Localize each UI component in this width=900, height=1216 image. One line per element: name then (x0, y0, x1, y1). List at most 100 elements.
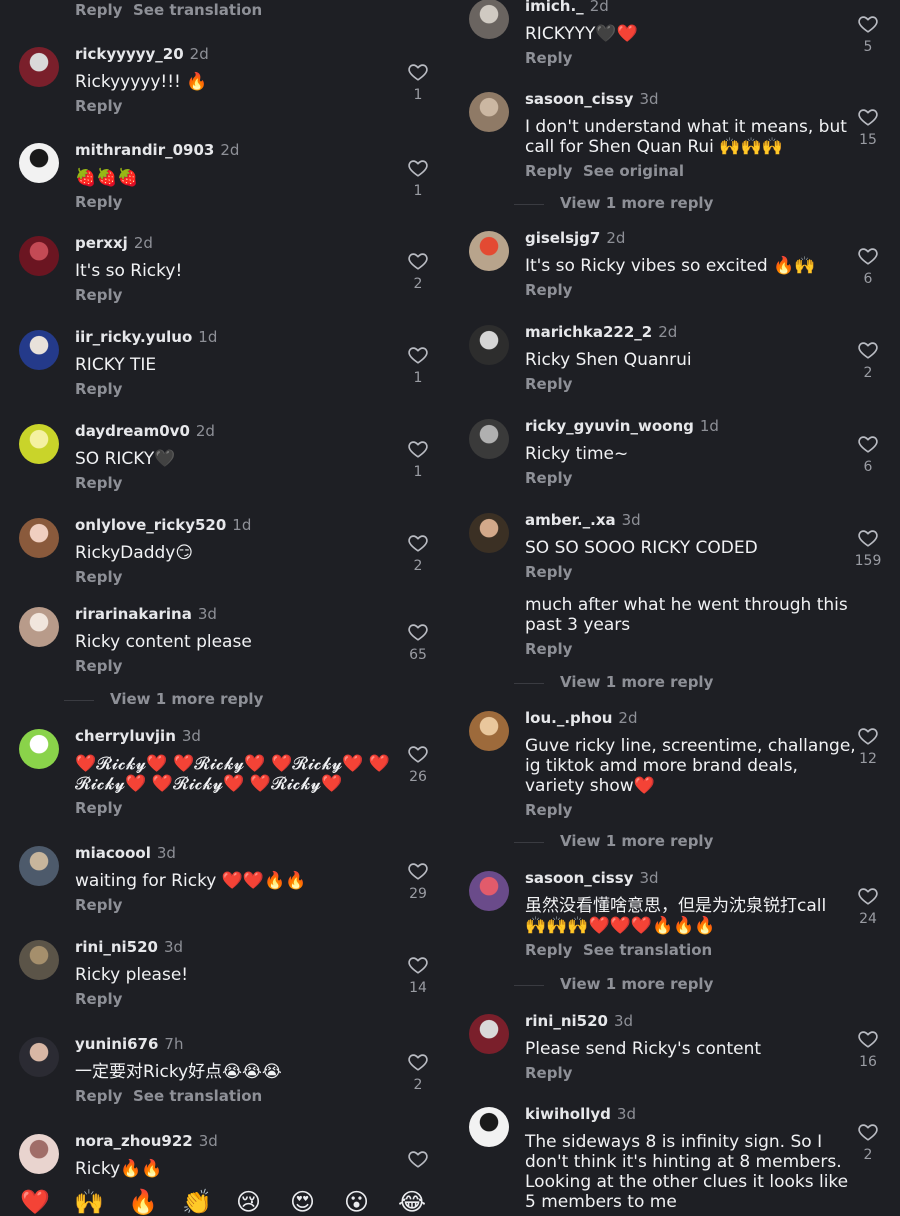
user-avatar[interactable] (469, 711, 509, 751)
username-text[interactable]: ricky_gyuvin_woong (525, 417, 694, 435)
comment-username[interactable]: lou._.phou 2d (525, 709, 638, 727)
user-avatar[interactable] (19, 143, 59, 183)
user-avatar[interactable] (469, 1014, 509, 1054)
user-avatar[interactable] (19, 518, 59, 558)
comment-username[interactable]: cherryluvjin 3d (75, 727, 201, 745)
heart-outline-icon[interactable] (407, 860, 429, 882)
emoji-reaction-button[interactable]: ❤️ (20, 1190, 50, 1214)
comment-username[interactable]: kiwihollyd 3d (525, 1105, 636, 1123)
reply-link[interactable]: Reply (525, 941, 572, 959)
comment-username[interactable]: giselsjg7 2d (525, 229, 625, 247)
reply-link[interactable]: Reply (75, 568, 122, 586)
view-more-replies-link[interactable]: View 1 more reply (560, 194, 713, 212)
heart-outline-icon[interactable] (857, 433, 879, 455)
username-text[interactable]: cherryluvjin (75, 727, 176, 745)
heart-outline-icon[interactable] (857, 339, 879, 361)
comment-username[interactable]: miacoool 3d (75, 844, 176, 862)
reply-link[interactable]: Reply (75, 474, 122, 492)
reply-link[interactable]: Reply (75, 990, 122, 1008)
username-text[interactable]: onlylove_ricky520 (75, 516, 226, 534)
heart-outline-icon[interactable] (857, 885, 879, 907)
see-original-link[interactable]: See original (583, 162, 684, 180)
reply-link[interactable]: Reply (525, 563, 572, 581)
user-avatar[interactable] (469, 0, 509, 39)
username-text[interactable]: giselsjg7 (525, 229, 600, 247)
username-text[interactable]: imich._ (525, 0, 584, 15)
reply-link[interactable]: Reply (75, 97, 122, 115)
comment-username[interactable]: rirarinakarina 3d (75, 605, 217, 623)
heart-outline-icon[interactable] (407, 1051, 429, 1073)
username-text[interactable]: yunini676 (75, 1035, 158, 1053)
comment-username[interactable]: onlylove_ricky520 1d (75, 516, 251, 534)
user-avatar[interactable] (19, 424, 59, 464)
user-avatar[interactable] (469, 1107, 509, 1147)
comment-username[interactable]: yunini676 7h (75, 1035, 183, 1053)
username-text[interactable]: kiwihollyd (525, 1105, 611, 1123)
username-text[interactable]: sasoon_cissy (525, 90, 633, 108)
username-text[interactable]: rini_ni520 (75, 938, 158, 956)
username-text[interactable]: iir_ricky.yuluo (75, 328, 192, 346)
user-avatar[interactable] (19, 846, 59, 886)
emoji-reaction-button[interactable]: 🙌 (74, 1190, 104, 1214)
username-text[interactable]: rirarinakarina (75, 605, 192, 623)
username-text[interactable]: amber._.xa (525, 511, 616, 529)
username-text[interactable]: nora_zhou922 (75, 1132, 193, 1150)
see-translation-link[interactable]: See translation (133, 1, 262, 19)
user-avatar[interactable] (19, 236, 59, 276)
heart-outline-icon[interactable] (857, 527, 879, 549)
reply-link[interactable]: Reply (525, 640, 572, 658)
reply-link[interactable]: Reply (75, 193, 122, 211)
emoji-reaction-button[interactable]: 😂 (398, 1190, 426, 1214)
heart-outline-icon[interactable] (857, 106, 879, 128)
view-more-replies-link[interactable]: View 1 more reply (110, 690, 263, 708)
user-avatar[interactable] (469, 231, 509, 271)
username-text[interactable]: perxxj (75, 234, 128, 252)
user-avatar[interactable] (469, 871, 509, 911)
heart-outline-icon[interactable] (857, 1121, 879, 1143)
comment-username[interactable]: mithrandir_0903 2d (75, 141, 239, 159)
view-more-replies-link[interactable]: View 1 more reply (560, 832, 713, 850)
user-avatar[interactable] (469, 325, 509, 365)
heart-outline-icon[interactable] (407, 438, 429, 460)
user-avatar[interactable] (469, 92, 509, 132)
view-more-replies-link[interactable]: View 1 more reply (560, 673, 713, 691)
see-translation-link[interactable]: See translation (583, 941, 712, 959)
heart-outline-icon[interactable] (407, 532, 429, 554)
reply-link[interactable]: Reply (75, 1, 122, 19)
username-text[interactable]: rini_ni520 (525, 1012, 608, 1030)
user-avatar[interactable] (19, 607, 59, 647)
reply-link[interactable]: Reply (525, 801, 572, 819)
comment-username[interactable]: marichka222_2 2d (525, 323, 677, 341)
emoji-reaction-button[interactable]: 😢 (236, 1190, 261, 1214)
heart-outline-icon[interactable] (857, 13, 879, 35)
emoji-reaction-button[interactable]: 😮 (344, 1190, 369, 1214)
comment-username[interactable]: imich._ 2d (525, 0, 609, 15)
reply-link[interactable]: Reply (75, 1087, 122, 1105)
username-text[interactable]: lou._.phou (525, 709, 612, 727)
comment-username[interactable]: iir_ricky.yuluo 1d (75, 328, 217, 346)
comment-username[interactable]: sasoon_cissy 3d (525, 90, 659, 108)
heart-outline-icon[interactable] (857, 1028, 879, 1050)
username-text[interactable]: sasoon_cissy (525, 869, 633, 887)
heart-outline-icon[interactable] (407, 344, 429, 366)
comment-username[interactable]: sasoon_cissy 3d (525, 869, 659, 887)
heart-outline-icon[interactable] (407, 250, 429, 272)
comment-username[interactable]: nora_zhou922 3d (75, 1132, 218, 1150)
comment-username[interactable]: daydream0v0 2d (75, 422, 215, 440)
user-avatar[interactable] (19, 47, 59, 87)
reply-link[interactable]: Reply (75, 380, 122, 398)
reply-link[interactable]: Reply (525, 162, 572, 180)
username-text[interactable]: marichka222_2 (525, 323, 652, 341)
user-avatar[interactable] (19, 729, 59, 769)
heart-outline-icon[interactable] (407, 954, 429, 976)
comment-username[interactable]: perxxj 2d (75, 234, 153, 252)
reply-link[interactable]: Reply (525, 469, 572, 487)
reply-link[interactable]: Reply (525, 1064, 572, 1082)
heart-outline-icon[interactable] (407, 743, 429, 765)
heart-outline-icon[interactable] (407, 61, 429, 83)
user-avatar[interactable] (19, 940, 59, 980)
comment-username[interactable]: ricky_gyuvin_woong 1d (525, 417, 719, 435)
username-text[interactable]: miacoool (75, 844, 151, 862)
comment-username[interactable]: rini_ni520 3d (75, 938, 183, 956)
user-avatar[interactable] (19, 330, 59, 370)
